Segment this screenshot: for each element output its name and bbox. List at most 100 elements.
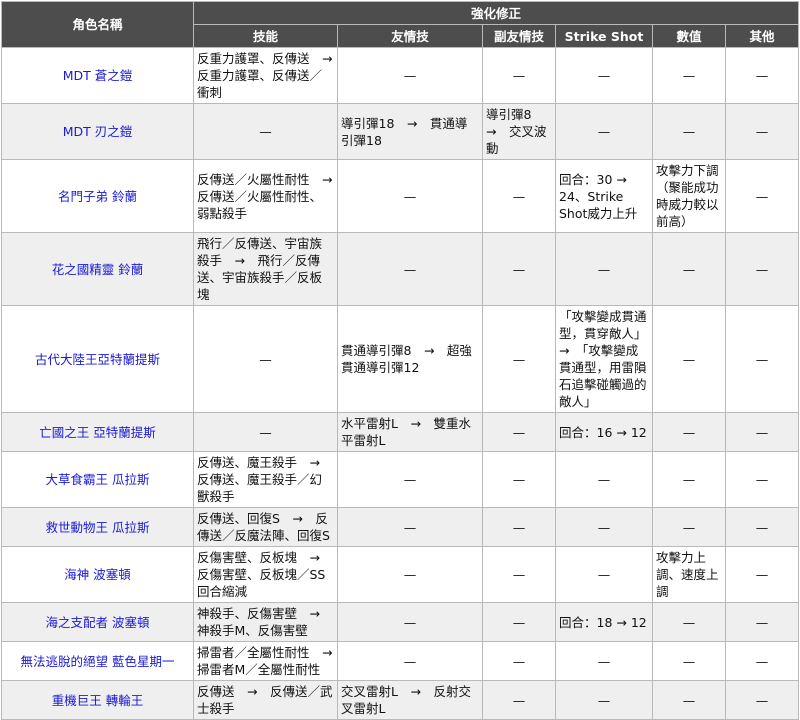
- character-name-link[interactable]: 名門子弟 鈴蘭: [1, 159, 194, 233]
- other-cell: —: [724, 680, 800, 720]
- stats-cell: —: [652, 412, 726, 452]
- stats-cell: —: [652, 507, 726, 547]
- sub-friend-skill-cell: —: [482, 602, 556, 642]
- sub-friend-skill-cell: —: [482, 680, 556, 720]
- table-row: 海之支配者 波塞頓 神殺手、反傷害壁 → 神殺手M、反傷害壁 — — 回合：18…: [1, 602, 800, 642]
- sub-friend-skill-cell: —: [482, 507, 556, 547]
- stats-cell: —: [652, 451, 726, 508]
- other-cell: —: [724, 507, 800, 547]
- strike-shot-cell: —: [555, 641, 653, 681]
- character-name-link[interactable]: MDT 蒼之鎧: [1, 47, 194, 104]
- friend-skill-cell: 水平雷射L → 雙重水平雷射L: [337, 412, 483, 452]
- friend-skill-cell: —: [337, 47, 483, 104]
- header-strike-shot: Strike Shot: [555, 24, 653, 48]
- stats-cell: —: [652, 680, 726, 720]
- table-row: 救世動物王 瓜拉斯 反傳送、回復S → 反傳送／反魔法陣、回復S — — — —…: [1, 507, 800, 547]
- character-adjustment-table: 角色名稱 強化修正 技能 友情技 副友情技 Strike Shot 數值 其他 …: [1, 1, 800, 720]
- other-cell: —: [724, 546, 800, 603]
- stats-cell: —: [652, 103, 726, 160]
- strike-shot-cell: —: [555, 47, 653, 104]
- sub-friend-skill-cell: —: [482, 412, 556, 452]
- friend-skill-cell: 導引彈18 → 貫通導引彈18: [337, 103, 483, 160]
- sub-friend-skill-cell: —: [482, 641, 556, 681]
- skill-cell: 反重力護罩、反傳送 → 反重力護罩、反傳送／衝刺: [193, 47, 345, 104]
- stats-cell: —: [652, 602, 726, 642]
- other-cell: —: [724, 103, 800, 160]
- header-friend-skill: 友情技: [337, 24, 483, 48]
- character-name-link[interactable]: 海之支配者 波塞頓: [1, 602, 194, 642]
- strike-shot-cell: 回合：16 → 12: [555, 412, 653, 452]
- other-cell: —: [724, 305, 800, 413]
- other-cell: —: [724, 451, 800, 508]
- header-character-name: 角色名稱: [1, 1, 194, 48]
- character-name-link[interactable]: 無法逃脫的絕望 藍色星期一: [1, 641, 194, 681]
- friend-skill-cell: —: [337, 232, 483, 306]
- skill-cell: —: [193, 103, 338, 160]
- skill-cell: —: [193, 305, 338, 413]
- skill-cell: 反傳送、回復S → 反傳送／反魔法陣、回復S: [193, 507, 338, 547]
- strike-shot-cell: 回合：30 → 24、Strike Shot威力上升: [555, 159, 653, 233]
- other-cell: —: [724, 159, 800, 233]
- table-row: 古代大陸王亞特蘭提斯 — 貫通導引彈8 → 超強貫通導引彈12 — 「攻擊變成貫…: [1, 305, 800, 413]
- stats-cell: —: [652, 305, 726, 413]
- friend-skill-cell: —: [337, 159, 483, 233]
- other-cell: —: [724, 641, 800, 681]
- character-name-link[interactable]: 亡國之王 亞特蘭提斯: [1, 412, 194, 452]
- table-row: 亡國之王 亞特蘭提斯 — 水平雷射L → 雙重水平雷射L — 回合：16 → 1…: [1, 412, 800, 452]
- skill-cell: 反傳送、魔王殺手 → 反傳送、魔王殺手／幻獸殺手: [193, 451, 338, 508]
- friend-skill-cell: —: [337, 546, 483, 603]
- strike-shot-cell: —: [555, 546, 653, 603]
- stats-cell: 攻擊力下調（聚能成功時威力較以前高）: [652, 159, 726, 233]
- other-cell: —: [724, 232, 800, 306]
- character-name-link[interactable]: 重機巨王 轉輪王: [1, 680, 194, 720]
- header-skill: 技能: [193, 24, 338, 48]
- strike-shot-cell: —: [555, 680, 653, 720]
- skill-cell: 神殺手、反傷害壁 → 神殺手M、反傷害壁: [193, 602, 338, 642]
- skill-cell: 反傷害壁、反板塊 → 反傷害壁、反板塊／SS回合縮減: [193, 546, 338, 603]
- skill-cell: 反傳送／火屬性耐性 → 反傳送／火屬性耐性、弱點殺手: [193, 159, 345, 233]
- character-name-link[interactable]: 古代大陸王亞特蘭提斯: [1, 305, 194, 413]
- stats-cell: —: [652, 232, 726, 306]
- character-name-link[interactable]: 救世動物王 瓜拉斯: [1, 507, 194, 547]
- sub-friend-skill-cell: —: [482, 47, 556, 104]
- table-row: 名門子弟 鈴蘭 反傳送／火屬性耐性 → 反傳送／火屬性耐性、弱點殺手 — — 回…: [1, 159, 800, 233]
- table-row: 無法逃脫的絕望 藍色星期一 掃雷者／全屬性耐性 → 掃雷者M／全屬性耐性 — —…: [1, 641, 800, 681]
- strike-shot-cell: —: [555, 507, 653, 547]
- sub-friend-skill-cell: 導引彈8 → 交叉波動: [482, 103, 556, 160]
- character-name-link[interactable]: 花之國精靈 鈴蘭: [1, 232, 194, 306]
- sub-friend-skill-cell: —: [482, 546, 556, 603]
- skill-cell: 掃雷者／全屬性耐性 → 掃雷者M／全屬性耐性: [193, 641, 345, 681]
- sub-friend-skill-cell: —: [482, 305, 556, 413]
- other-cell: —: [724, 412, 800, 452]
- stats-cell: —: [652, 641, 726, 681]
- table-row: 重機巨王 轉輪王 反傳送 → 反傳送／武士殺手 交叉雷射L → 反射交叉雷射L …: [1, 680, 800, 720]
- friend-skill-cell: —: [337, 602, 483, 642]
- sub-friend-skill-cell: —: [482, 232, 556, 306]
- character-name-link[interactable]: 海神 波塞頓: [1, 546, 194, 603]
- friend-skill-cell: 交叉雷射L → 反射交叉雷射L: [337, 680, 483, 720]
- strike-shot-cell: —: [555, 103, 653, 160]
- other-cell: —: [724, 602, 800, 642]
- strike-shot-cell: —: [555, 451, 653, 508]
- strike-shot-cell: 「攻擊變成貫通型，貫穿敵人」 → 「攻擊變成貫通型，用雷隕石追擊碰觸過的敵人」: [555, 305, 653, 413]
- skill-cell: 飛行／反傳送、宇宙族殺手 → 飛行／反傳送、宇宙族殺手／反板塊: [193, 232, 338, 306]
- stats-cell: 攻擊力上調、速度上調: [652, 546, 726, 603]
- table-row: 大草食霸王 瓜拉斯 反傳送、魔王殺手 → 反傳送、魔王殺手／幻獸殺手 — — —…: [1, 451, 800, 508]
- character-name-link[interactable]: MDT 刃之鎧: [1, 103, 194, 160]
- friend-skill-cell: 貫通導引彈8 → 超強貫通導引彈12: [337, 305, 483, 413]
- header-enhancement-group: 強化修正: [192, 1, 800, 25]
- header-sub-friend-skill: 副友情技: [482, 24, 556, 48]
- character-name-link[interactable]: 大草食霸王 瓜拉斯: [1, 451, 194, 508]
- sub-friend-skill-cell: —: [482, 451, 556, 508]
- table-row: MDT 刃之鎧 — 導引彈18 → 貫通導引彈18 導引彈8 → 交叉波動 — …: [1, 103, 800, 160]
- strike-shot-cell: 回合：18 → 12: [555, 602, 653, 642]
- other-cell: —: [724, 47, 800, 104]
- header-other: 其他: [724, 24, 800, 48]
- table-row: 海神 波塞頓 反傷害壁、反板塊 → 反傷害壁、反板塊／SS回合縮減 — — — …: [1, 546, 800, 603]
- table-row: MDT 蒼之鎧 反重力護罩、反傳送 → 反重力護罩、反傳送／衝刺 — — — —…: [1, 47, 800, 104]
- friend-skill-cell: —: [337, 451, 483, 508]
- friend-skill-cell: —: [337, 641, 483, 681]
- skill-cell: 反傳送 → 反傳送／武士殺手: [193, 680, 338, 720]
- strike-shot-cell: —: [555, 232, 653, 306]
- friend-skill-cell: —: [337, 507, 483, 547]
